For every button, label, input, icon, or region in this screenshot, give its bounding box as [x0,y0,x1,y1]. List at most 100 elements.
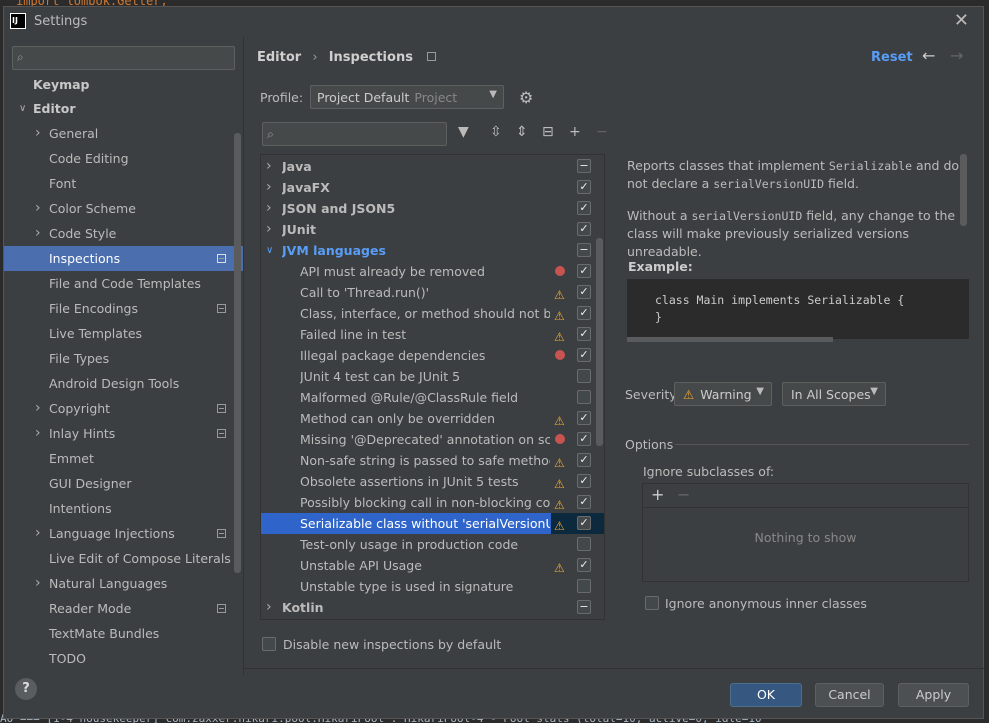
inspection-row[interactable]: Obsolete assertions in JUnit 5 tests ⚠ ✓ [261,471,604,492]
chevron-right-icon[interactable]: › [266,219,272,240]
sidebar-item[interactable]: › General [4,121,244,146]
checked-checkbox[interactable]: ✓ [577,285,591,299]
unchecked-checkbox[interactable] [577,369,591,383]
inspection-row[interactable]: Non-safe string is passed to safe method… [261,450,604,471]
add-icon[interactable]: + [651,485,664,504]
chevron-right-icon[interactable]: › [266,597,272,618]
chevron-right-icon[interactable]: › [35,396,41,421]
inspection-row[interactable]: Unstable API Usage ⚠ ✓ [261,555,604,576]
chevron-right-icon[interactable]: › [266,177,272,198]
checked-checkbox[interactable]: ✓ [577,348,591,362]
sidebar-item[interactable]: Intentions [4,496,244,521]
checked-checkbox[interactable]: ✓ [577,264,591,278]
checked-checkbox[interactable]: ✓ [577,516,591,530]
inspection-group-row[interactable]: › Java − [261,156,604,177]
inspection-group-row[interactable]: ∨ JVM languages − [261,240,604,261]
inspection-row[interactable]: JUnit 4 test can be JUnit 5 [261,366,604,387]
back-arrow-icon[interactable]: ← [922,46,935,65]
sidebar-item[interactable]: › Color Scheme [4,196,244,221]
inspection-row[interactable]: Unstable type is used in signature [261,576,604,597]
sidebar-item[interactable]: TextMate Bundles [4,621,244,646]
reset-to-default-icon[interactable]: ⊟ [542,124,554,140]
inspection-row[interactable]: Failed line in test ⚠ ✓ [261,324,604,345]
inspection-row[interactable]: Method can only be overridden ⚠ ✓ [261,408,604,429]
unchecked-checkbox[interactable] [577,579,591,593]
inspection-search-input[interactable]: ⌕ [262,122,447,146]
reset-link[interactable]: Reset [871,50,913,65]
inspection-row[interactable]: API must already be removed ✓ [261,261,604,282]
sidebar-item[interactable]: › Natural Languages [4,571,244,596]
filter-icon[interactable]: ▼ [458,124,469,140]
chevron-right-icon[interactable]: › [35,521,41,546]
checked-checkbox[interactable]: ✓ [577,306,591,320]
inspection-group-row[interactable]: › JavaFX ✓ [261,177,604,198]
remove-icon[interactable]: − [677,485,690,504]
chevron-right-icon[interactable]: › [35,221,41,246]
sidebar-item[interactable]: GUI Designer [4,471,244,496]
inspection-row[interactable]: Missing '@Deprecated' annotation on sche… [261,429,604,450]
inspection-row[interactable]: Possibly blocking call in non-blocking c… [261,492,604,513]
sidebar-item[interactable]: Android Design Tools [4,371,244,396]
unchecked-checkbox[interactable] [577,537,591,551]
partial-checkbox[interactable]: − [577,600,591,614]
chevron-right-icon[interactable]: › [266,156,272,177]
settings-search-input[interactable]: ⌕ [12,46,235,70]
inspections-scrollbar[interactable] [596,238,603,446]
inspection-row[interactable]: Class, interface, or method should not b… [261,303,604,324]
partial-checkbox[interactable]: − [577,159,591,173]
sidebar-item[interactable]: Code Editing [4,146,244,171]
inspection-group-row[interactable]: › Kotlin − [261,597,604,618]
checked-checkbox[interactable]: ✓ [577,180,591,194]
sidebar-item[interactable]: › Code Style [4,221,244,246]
sidebar-item[interactable]: ∨ Editor [4,96,244,121]
chevron-down-icon[interactable]: ∨ [19,96,26,121]
sidebar-item[interactable]: › Copyright [4,396,244,421]
checked-checkbox[interactable]: ✓ [577,201,591,215]
sidebar-scrollbar[interactable] [234,133,241,573]
checked-checkbox[interactable]: ✓ [577,327,591,341]
profile-select[interactable]: Project Default Project ▼ [310,85,504,109]
chevron-right-icon[interactable]: › [266,198,272,219]
sidebar-item[interactable]: › Inlay Hints [4,421,244,446]
chevron-right-icon[interactable]: › [35,421,41,446]
checked-checkbox[interactable]: ✓ [577,432,591,446]
sidebar-item[interactable]: Font [4,171,244,196]
sidebar-item[interactable]: File Encodings [4,296,244,321]
expand-all-icon[interactable]: ⇳ [490,124,502,140]
inspection-group-row[interactable]: › JUnit ✓ [261,219,604,240]
sidebar-item[interactable]: Live Templates [4,321,244,346]
inspection-row[interactable]: Malformed @Rule/@ClassRule field [261,387,604,408]
remove-icon[interactable]: − [596,124,608,140]
help-button[interactable]: ? [15,678,37,700]
sidebar-item[interactable]: Live Edit of Compose Literals [4,546,244,571]
checked-checkbox[interactable]: ✓ [577,222,591,236]
checked-checkbox[interactable]: ✓ [577,453,591,467]
ignore-anonymous-checkbox[interactable] [645,596,659,610]
severity-select[interactable]: ⚠ Warning ▼ [674,382,772,406]
sidebar-item[interactable]: File Types [4,346,244,371]
scope-select[interactable]: In All Scopes ▼ [782,382,886,406]
inspection-row[interactable]: Serializable class without 'serialVersio… [261,513,604,534]
checked-checkbox[interactable]: ✓ [577,474,591,488]
sidebar-item[interactable]: Emmet [4,446,244,471]
sidebar-item[interactable]: File and Code Templates [4,271,244,296]
partial-checkbox[interactable]: − [577,243,591,257]
breadcrumb-editor[interactable]: Editor [257,50,301,65]
sidebar-item[interactable]: Inspections [4,246,243,271]
close-icon[interactable]: ✕ [954,10,969,31]
checked-checkbox[interactable]: ✓ [577,495,591,509]
add-icon[interactable]: + [569,124,581,140]
inspection-row[interactable]: Test-only usage in production code [261,534,604,555]
description-scrollbar[interactable] [960,154,967,226]
gear-icon[interactable]: ⚙ [519,88,533,107]
apply-button[interactable]: Apply [898,683,969,707]
checked-checkbox[interactable]: ✓ [577,411,591,425]
code-scrollbar[interactable] [627,337,833,342]
chevron-right-icon[interactable]: › [35,121,41,146]
inspection-row[interactable]: Illegal package dependencies ✓ [261,345,604,366]
sidebar-item[interactable]: › Language Injections [4,521,244,546]
cancel-button[interactable]: Cancel [815,683,884,707]
collapse-all-icon[interactable]: ⇕ [516,124,528,140]
chevron-right-icon[interactable]: › [35,196,41,221]
chevron-right-icon[interactable]: › [35,571,41,596]
